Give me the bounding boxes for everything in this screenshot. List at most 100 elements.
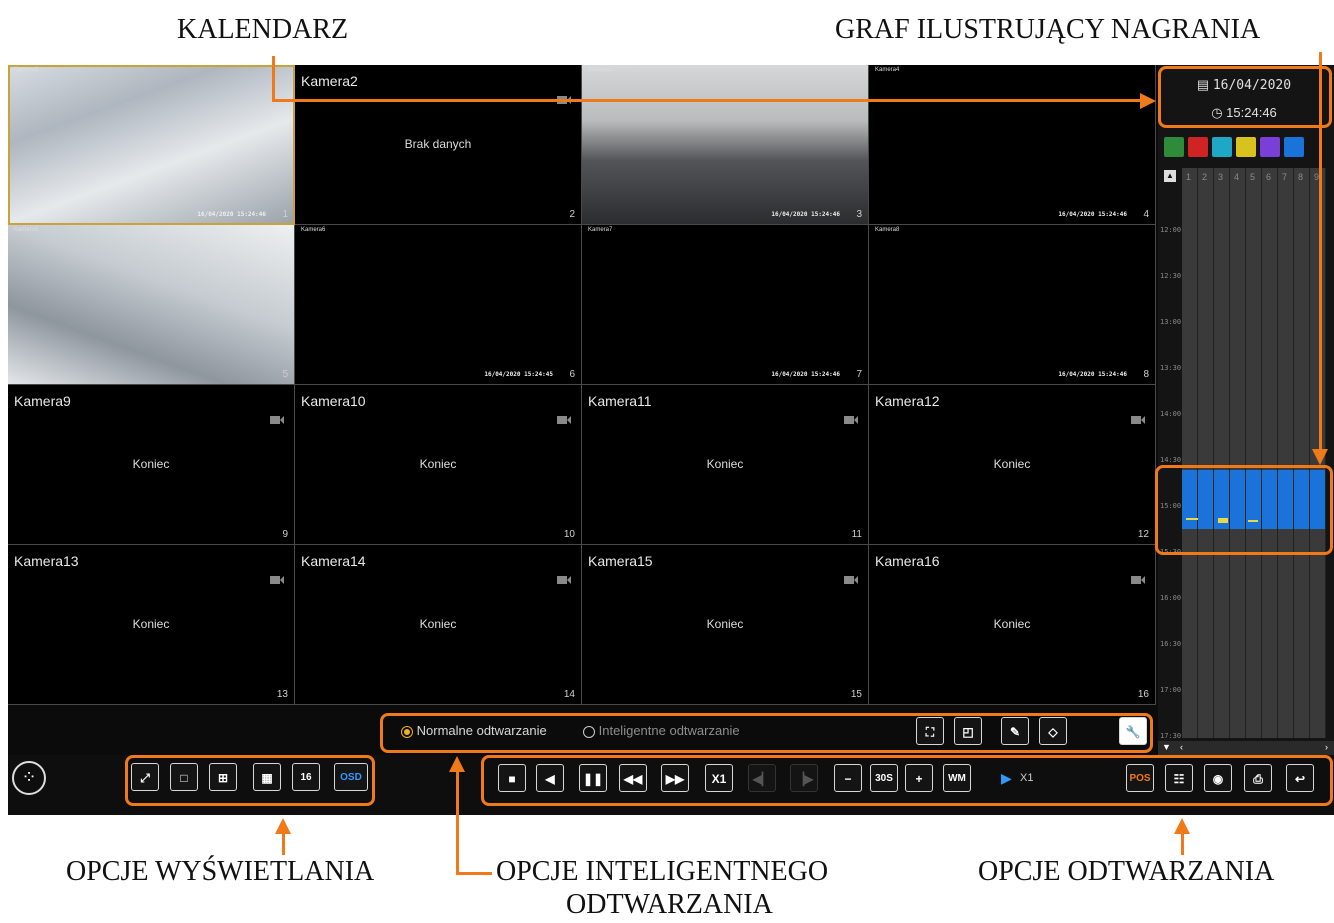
channel-number: 5 <box>282 369 288 380</box>
camera-icon <box>270 576 284 584</box>
camera-tile[interactable]: Kamera16 Koniec 16 <box>869 545 1156 705</box>
scroll-down-icon[interactable]: ▼ <box>1162 742 1171 752</box>
hour-label: 14:00 <box>1160 410 1182 418</box>
camera-name: Kamera5 <box>14 227 39 233</box>
playback-options-highlight <box>481 755 1333 806</box>
hour-label: 12:30 <box>1160 272 1182 280</box>
camera-name: Kamera9 <box>14 393 71 409</box>
camera-name: Kamera15 <box>588 553 653 569</box>
channel-number: 1 <box>282 209 288 220</box>
channel-number: 8 <box>1143 369 1149 380</box>
calendar-caption: KALENDARZ <box>177 14 349 45</box>
hour-label: 13:00 <box>1160 318 1182 326</box>
channel-track[interactable] <box>1294 168 1310 738</box>
camera-tile[interactable]: Kamera13 Koniec 13 <box>8 545 295 705</box>
camera-timestamp: 16/04/2020 15:24:46 <box>1058 211 1127 218</box>
channel-track[interactable] <box>1182 168 1198 738</box>
camera-tile[interactable]: Kamera2 Brak danych 2 <box>295 65 582 225</box>
channel-number: 15 <box>850 689 862 700</box>
channel-track[interactable] <box>1262 168 1278 738</box>
playback-options-caption: OPCJE ODTWARZANIA <box>978 856 1275 887</box>
camera-tile[interactable]: Kamera15 Koniec 15 <box>582 545 869 705</box>
camera-tile[interactable]: Kamera1 16/04/2020 15:24:46 1 <box>8 65 295 225</box>
camera-tile[interactable]: Kamera12 Koniec 12 <box>869 385 1156 545</box>
scroll-up-icon[interactable]: ▲ <box>1164 170 1176 182</box>
camera-name: Kamera1 <box>14 67 39 73</box>
camera-tile[interactable]: Kamera9 Koniec 9 <box>8 385 295 545</box>
camera-tile[interactable]: Kamera10 Koniec 10 <box>295 385 582 545</box>
channel-label: 8 <box>1298 172 1304 182</box>
hour-label: 14:30 <box>1160 456 1182 464</box>
channel-track[interactable] <box>1214 168 1230 738</box>
smart-arrowhead <box>449 756 465 772</box>
right-panel: ▤ 16/04/2020 ◷ 15:24:46 ▲ 1 2 3 4 5 6 7 8 9 12:00 1… <box>1158 65 1334 755</box>
camera-status: Koniec <box>419 617 457 631</box>
display-options-caption: OPCJE WYŚWIETLANIA <box>66 856 375 887</box>
hour-label: 16:30 <box>1160 640 1182 648</box>
scroll-right-icon[interactable]: › <box>1325 742 1328 752</box>
camera-tile[interactable]: Kamera7 16/04/2020 15:24:46 7 <box>582 225 869 385</box>
graph-arrowhead <box>1312 449 1328 465</box>
channel-number: 3 <box>856 209 862 220</box>
camera-timestamp: 16/04/2020 15:24:46 <box>771 371 840 378</box>
camera-status: Koniec <box>419 457 457 471</box>
camera-status: Koniec <box>132 617 170 631</box>
channel-label: 2 <box>1202 172 1208 182</box>
playback-arrowhead <box>1174 818 1190 834</box>
smart-arrow-horizontal <box>456 872 492 875</box>
channel-number: 11 <box>851 529 862 540</box>
camera-name: Kamera14 <box>301 553 366 569</box>
channel-track[interactable] <box>1278 168 1294 738</box>
motion-record-icon[interactable] <box>1236 137 1256 157</box>
camera-icon <box>844 576 858 584</box>
channel-number: 2 <box>569 209 575 220</box>
channel-track[interactable] <box>1198 168 1214 738</box>
smart-record-icon[interactable] <box>1260 137 1280 157</box>
nvr-playback-screen: Kamera1 16/04/2020 15:24:46 1 Kamera2 Brak d… <box>8 65 1334 815</box>
channel-label: 7 <box>1282 172 1288 182</box>
camera-tile[interactable]: Kamera14 Koniec 14 <box>295 545 582 705</box>
channel-number: 4 <box>1143 209 1149 220</box>
camera-status: Koniec <box>706 457 744 471</box>
hour-label: 17:30 <box>1160 732 1182 740</box>
smart-options-caption-1: OPCJE INTELIGENTNEGO <box>496 856 829 887</box>
camera-timestamp: 16/04/2020 15:24:45 <box>484 371 553 378</box>
face-record-icon[interactable] <box>1212 137 1232 157</box>
camera-tile[interactable]: Kamera8 16/04/2020 15:24:46 8 <box>869 225 1156 385</box>
camera-name: Kamera2 <box>301 73 358 89</box>
channel-number: 9 <box>282 529 288 540</box>
camera-name: Kamera4 <box>875 67 900 73</box>
alarm-record-icon[interactable] <box>1188 137 1208 157</box>
camera-icon <box>270 416 284 424</box>
camera-name: Kamera7 <box>588 227 613 233</box>
channel-label: 1 <box>1186 172 1192 182</box>
graph-arrow <box>1319 52 1322 452</box>
manual-record-icon[interactable] <box>1164 137 1184 157</box>
camera-icon <box>557 416 571 424</box>
camera-tile[interactable]: Kamera6 16/04/2020 15:24:45 6 <box>295 225 582 385</box>
timeline-scrollbar[interactable]: ▼ ‹ › <box>1158 741 1334 755</box>
menu-button[interactable]: ⁘ <box>12 761 46 795</box>
channel-label: 5 <box>1250 172 1256 182</box>
recording-timeline[interactable]: ▲ 1 2 3 4 5 6 7 8 9 12:00 12:30 13:00 13:30 14:00 14:30… <box>1158 168 1334 755</box>
camera-name: Kamera10 <box>301 393 366 409</box>
channel-track[interactable] <box>1230 168 1246 738</box>
scroll-left-icon[interactable]: ‹ <box>1180 742 1183 752</box>
camera-name: Kamera13 <box>14 553 79 569</box>
camera-tile[interactable]: Kamera11 Koniec 11 <box>582 385 869 545</box>
camera-tile[interactable]: Kamera5 5 <box>8 225 295 385</box>
hour-label: 17:00 <box>1160 686 1182 694</box>
schedule-record-icon[interactable] <box>1284 137 1304 157</box>
camera-icon <box>844 416 858 424</box>
smart-options-caption-2: ODTWARZANIA <box>566 889 773 920</box>
smart-options-highlight <box>380 713 1153 753</box>
timeline-highlight <box>1155 465 1333 555</box>
date-highlight <box>1158 66 1332 128</box>
camera-tile[interactable]: Kamera3 16/04/2020 15:24:46 3 <box>582 65 869 225</box>
camera-tile[interactable]: Kamera4 16/04/2020 15:24:46 4 <box>869 65 1156 225</box>
channel-track[interactable] <box>1246 168 1262 738</box>
camera-name: Kamera6 <box>301 227 326 233</box>
channel-number: 13 <box>276 689 288 700</box>
camera-name: Kamera3 <box>588 67 613 73</box>
display-options-highlight <box>125 755 375 806</box>
